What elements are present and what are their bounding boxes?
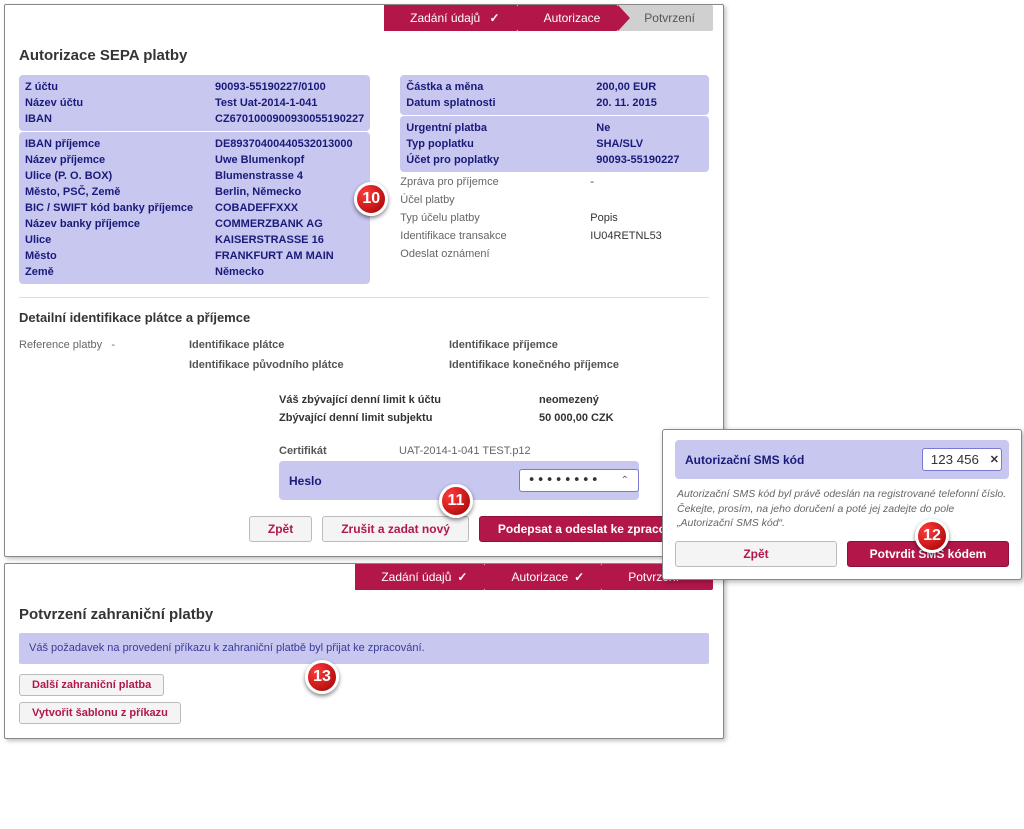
wizard-steps: Zadání údajů ✓ Autorizace Potvrzení	[5, 5, 723, 31]
badge-10: 10	[354, 182, 388, 216]
clear-sms-icon[interactable]: ✕	[990, 453, 999, 466]
badge-12: 12	[915, 519, 949, 553]
reveal-password-icon[interactable]: ⌃	[621, 475, 629, 486]
sms-back-button[interactable]: Zpět	[675, 541, 837, 567]
fee-block: Urgentní platbaNe Typ poplatkuSHA/SLV Úč…	[400, 116, 709, 172]
wizard-step-1c: Zadání údajů✓	[355, 564, 485, 590]
badge-11: 11	[439, 484, 473, 518]
page-title: Autorizace SEPA platby	[19, 47, 709, 64]
detail-identification-title: Detailní identifikace plátce a příjemce	[19, 310, 709, 325]
wizard-step-2c: Autorizace✓	[485, 564, 602, 590]
sms-info-text: Autorizační SMS kód byl právě odeslán na…	[677, 487, 1007, 531]
confirm-message: Váš požadavek na provedení příkazu k zah…	[19, 633, 709, 664]
check-icon: ✓	[457, 564, 467, 590]
wizard-step-2: Autorizace	[518, 5, 619, 31]
next-payment-button[interactable]: Další zahraniční platba	[19, 674, 164, 696]
wizard-step-1: Zadání údajů ✓	[384, 5, 517, 31]
wizard-steps-confirm: Zadání údajů✓ Autorizace✓ Potvrzení✓	[5, 564, 723, 590]
check-icon: ✓	[574, 564, 584, 590]
wizard-step-3-label: Potvrzení	[644, 11, 695, 25]
confirm-title: Potvrzení zahraniční platby	[19, 606, 709, 623]
sms-code-label: Autorizační SMS kód	[685, 453, 914, 467]
wizard-step-1-label: Zadání údajů	[410, 11, 480, 25]
create-template-button[interactable]: Vytvořit šablonu z příkazu	[19, 702, 181, 724]
cancel-button[interactable]: Zrušit a zadat nový	[322, 516, 469, 542]
amount-block: Částka a měna200,00 EUR Datum splatnosti…	[400, 75, 709, 115]
wizard-step-3: Potvrzení	[618, 5, 713, 31]
sms-auth-panel: Autorizační SMS kód ✕ Autorizační SMS kó…	[662, 429, 1022, 580]
sender-account-block: Z účtu90093-55190227/0100 Název účtuTest…	[19, 75, 370, 131]
badge-13: 13	[305, 660, 339, 694]
check-icon: ✓	[490, 5, 500, 31]
recipient-block: IBAN příjemceDE89370400440532013000 Náze…	[19, 132, 370, 284]
back-button[interactable]: Zpět	[249, 516, 312, 542]
password-label: Heslo	[289, 474, 399, 488]
wizard-step-2-label: Autorizace	[544, 11, 601, 25]
